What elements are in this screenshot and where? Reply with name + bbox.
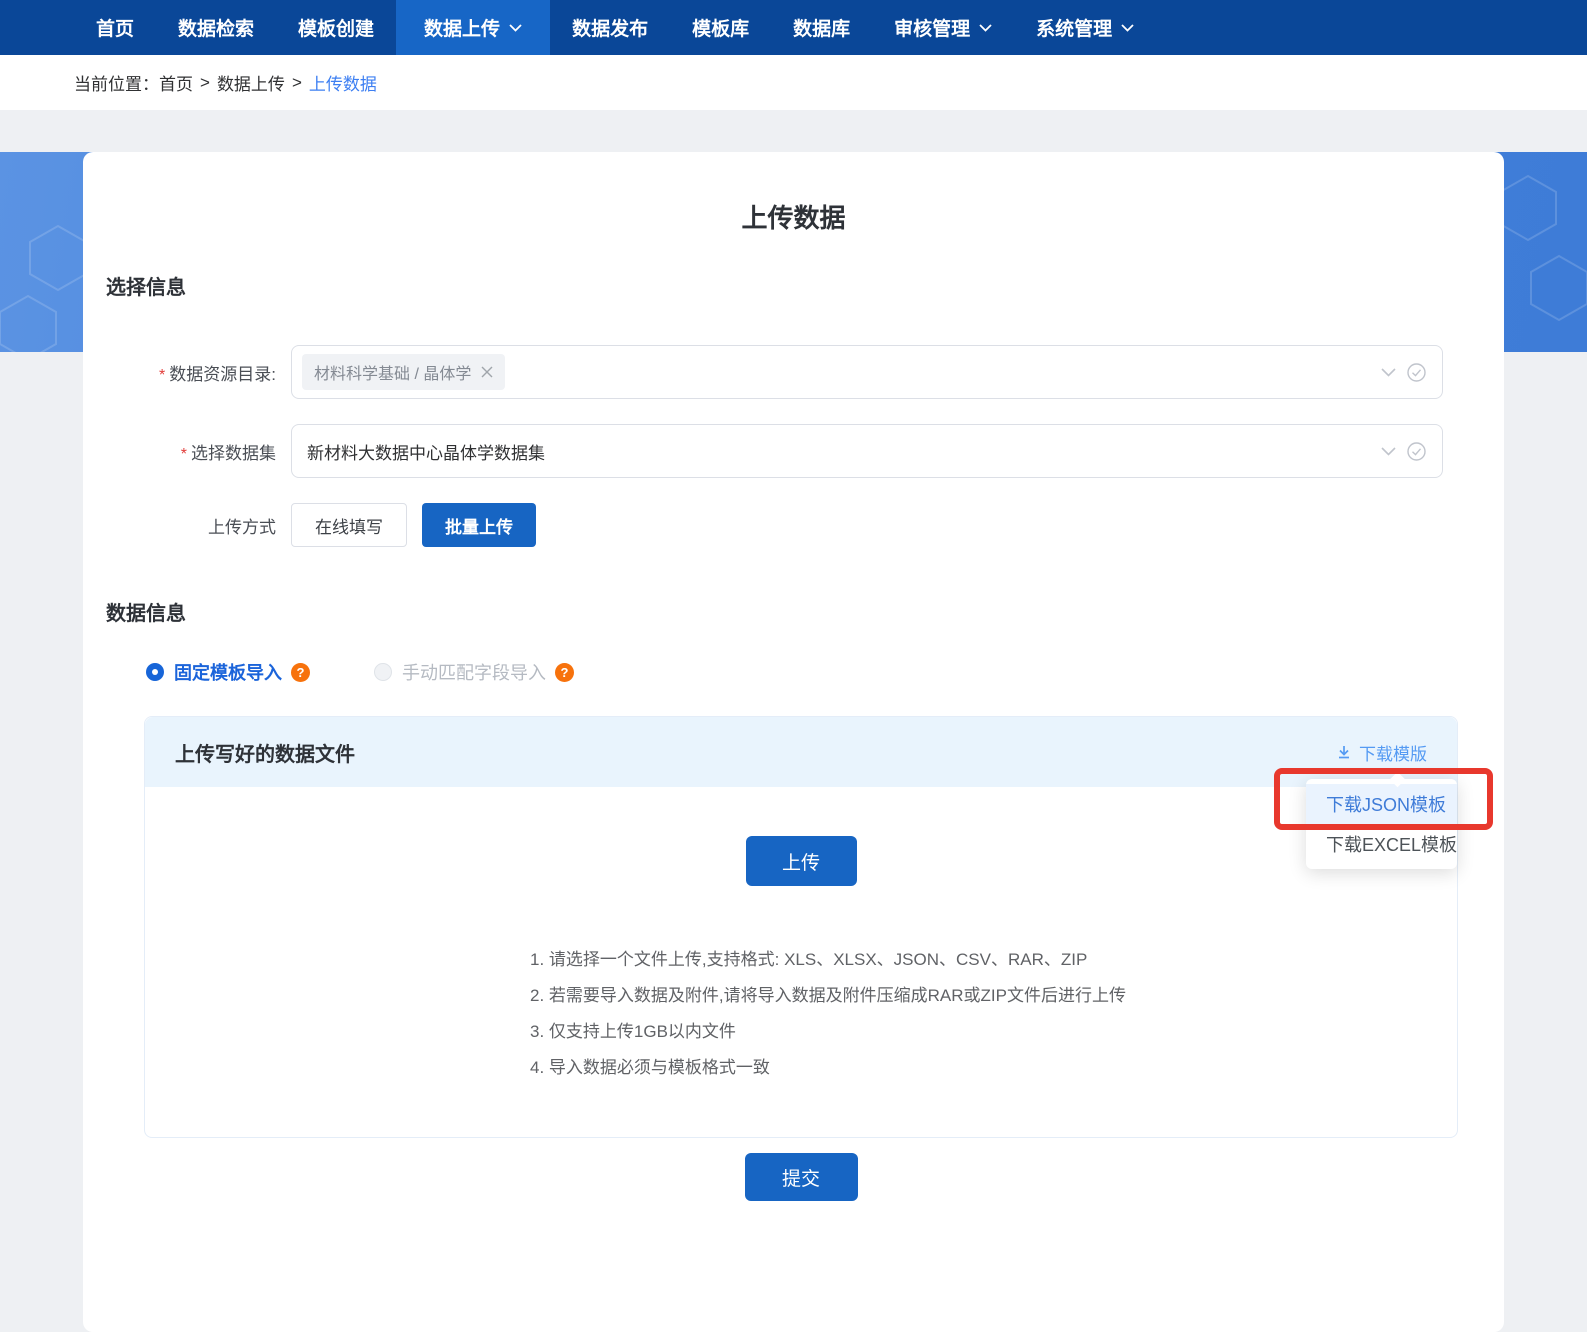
nav-item-label: 数据检索 <box>178 19 255 40</box>
nav-item-database[interactable]: 数据库 <box>771 0 872 55</box>
upload-panel-title: 上传写好的数据文件 <box>175 743 355 766</box>
form-row-upload-mode: 上传方式 在线填写 批量上传 <box>83 503 1504 547</box>
dropdown-item-download-excel[interactable]: 下载EXCEL模板 <box>1306 824 1457 864</box>
selected-catalog-tag: 材料科学基础 / 晶体学 <box>302 354 506 390</box>
form-row-catalog: * 数据资源目录: 材料科学基础 / 晶体学 <box>83 345 1504 399</box>
upload-mode-label: 上传方式 <box>208 517 276 537</box>
nav-item-system-management[interactable]: 系统管理 <box>1014 0 1156 55</box>
upload-instructions: 1. 请选择一个文件上传,支持格式: XLS、XLSX、JSON、CSV、RAR… <box>530 942 1457 1086</box>
nav-item-audit-management[interactable]: 审核管理 <box>872 0 1014 55</box>
breadcrumb-data-upload[interactable]: 数据上传 <box>217 70 285 95</box>
dataset-select[interactable]: 新材料大数据中心晶体学数据集 <box>291 424 1443 478</box>
nav-item-template-library[interactable]: 模板库 <box>670 0 771 55</box>
required-asterisk: * <box>180 445 187 463</box>
submit-button[interactable]: 提交 <box>744 1153 858 1201</box>
chevron-down-icon <box>509 23 522 32</box>
submit-row: 提交 <box>144 1153 1458 1201</box>
breadcrumb-home[interactable]: 首页 <box>159 70 193 95</box>
instruction-line: 3. 仅支持上传1GB以内文件 <box>530 1022 736 1041</box>
upload-button[interactable]: 上传 <box>745 836 857 886</box>
breadcrumb-prefix: 当前位置： <box>74 75 159 94</box>
online-fill-button[interactable]: 在线填写 <box>291 503 407 547</box>
download-template-dropdown: 下载JSON模板 下载EXCEL模板 <box>1306 771 1457 869</box>
check-circle-icon <box>1407 441 1426 461</box>
instruction-line: 4. 导入数据必须与模板格式一致 <box>530 1058 770 1077</box>
nav-item-label: 模板库 <box>692 19 750 40</box>
instruction-line: 2. 若需要导入数据及附件,请将导入数据及附件压缩成RAR或ZIP文件后进行上传 <box>530 986 1126 1005</box>
check-circle-icon <box>1407 362 1426 382</box>
download-icon <box>1339 746 1349 759</box>
import-mode-radio-row: 固定模板导入 ? 手动匹配字段导入 ? <box>146 659 1504 685</box>
radio-fixed-template-import[interactable]: 固定模板导入 ? <box>146 659 310 685</box>
tag-remove-icon[interactable] <box>481 366 493 378</box>
dataset-selected-value: 新材料大数据中心晶体学数据集 <box>307 443 545 463</box>
top-navbar: 首页 数据检索 模板创建 数据上传 数据发布 模板库 数据库 审核管理 系统管理 <box>0 0 1587 55</box>
page-title: 上传数据 <box>741 203 846 233</box>
nav-item-label: 首页 <box>96 19 135 40</box>
download-template-link[interactable]: 下载模版 <box>1336 740 1427 765</box>
breadcrumb-separator: > <box>200 72 210 92</box>
nav-item-template-create[interactable]: 模板创建 <box>276 0 396 55</box>
breadcrumb: 当前位置： 首页 > 数据上传 > 上传数据 <box>0 55 1587 110</box>
nav-item-data-publish[interactable]: 数据发布 <box>550 0 670 55</box>
main-card: 上传数据 选择信息 * 数据资源目录: 材料科学基础 / 晶体学 * 选择数据集… <box>83 152 1504 1332</box>
nav-item-data-upload[interactable]: 数据上传 <box>396 0 551 55</box>
chevron-down-icon <box>979 23 992 32</box>
radio-label: 手动匹配字段导入 <box>402 663 546 683</box>
radio-selected-icon <box>146 663 164 681</box>
upload-panel-body: 上传 1. 请选择一个文件上传,支持格式: XLS、XLSX、JSON、CSV、… <box>145 787 1457 1086</box>
dropdown-item-download-json[interactable]: 下载JSON模板 <box>1306 784 1457 824</box>
required-asterisk: * <box>159 366 166 384</box>
help-icon[interactable]: ? <box>555 662 574 682</box>
download-link-label: 下载模版 <box>1359 744 1427 764</box>
chevron-down-icon <box>1381 367 1396 377</box>
dataset-label: * 选择数据集 <box>180 443 276 463</box>
upload-panel-header: 上传写好的数据文件 下载模版 <box>145 717 1457 787</box>
section-heading-select-info: 选择信息 <box>106 277 186 299</box>
help-icon[interactable]: ? <box>291 662 310 682</box>
instruction-line: 1. 请选择一个文件上传,支持格式: XLS、XLSX、JSON、CSV、RAR… <box>530 950 1088 969</box>
catalog-select[interactable]: 材料科学基础 / 晶体学 <box>291 345 1443 399</box>
chevron-down-icon <box>1121 23 1134 32</box>
nav-item-data-search[interactable]: 数据检索 <box>156 0 276 55</box>
radio-manual-match-import[interactable]: 手动匹配字段导入 ? <box>374 659 574 685</box>
nav-item-label: 系统管理 <box>1036 19 1113 40</box>
form-row-dataset: * 选择数据集 新材料大数据中心晶体学数据集 <box>83 424 1504 478</box>
nav-item-label: 数据库 <box>793 19 851 40</box>
upload-panel: 上传写好的数据文件 下载模版 上传 1. 请选择一个文件上传,支持格式: XLS… <box>144 716 1493 1138</box>
nav-item-label: 审核管理 <box>894 19 971 40</box>
content-area: 上传数据 选择信息 * 数据资源目录: 材料科学基础 / 晶体学 * 选择数据集… <box>0 152 1587 1332</box>
radio-label: 固定模板导入 <box>174 663 282 683</box>
nav-item-home[interactable]: 首页 <box>74 0 156 55</box>
section-heading-data-info: 数据信息 <box>106 603 186 625</box>
catalog-label: * 数据资源目录: <box>159 364 276 384</box>
batch-upload-button[interactable]: 批量上传 <box>422 503 536 547</box>
nav-item-label: 数据发布 <box>572 19 649 40</box>
breadcrumb-current[interactable]: 上传数据 <box>309 70 377 95</box>
breadcrumb-separator: > <box>291 72 302 92</box>
nav-item-label: 模板创建 <box>298 19 375 40</box>
nav-item-label: 数据上传 <box>424 19 501 40</box>
catalog-tag-label: 材料科学基础 / 晶体学 <box>314 366 472 383</box>
radio-unselected-icon <box>374 663 392 681</box>
chevron-down-icon <box>1381 446 1396 456</box>
